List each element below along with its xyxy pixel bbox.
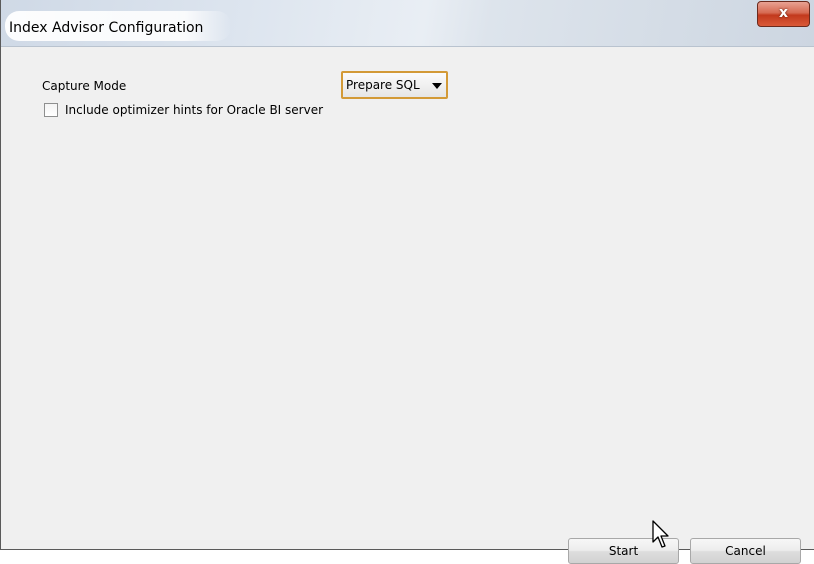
title-bar[interactable]: Index Advisor Configuration x [1,0,814,47]
cancel-button[interactable]: Cancel [690,538,801,564]
include-hints-label[interactable]: Include optimizer hints for Oracle BI se… [65,103,323,117]
chevron-down-icon [432,83,442,89]
start-button[interactable]: Start [568,538,679,564]
capture-mode-value: Prepare SQL [346,78,420,92]
close-icon: x [778,5,789,21]
index-advisor-dialog: Index Advisor Configuration x Capture Mo… [0,0,814,564]
capture-mode-label: Capture Mode [42,79,127,93]
capture-mode-select[interactable]: Prepare SQL [341,71,448,99]
window-title: Index Advisor Configuration [9,20,204,36]
dialog-content [2,47,814,549]
include-hints-checkbox[interactable] [44,103,58,117]
close-button[interactable]: x [757,1,810,27]
